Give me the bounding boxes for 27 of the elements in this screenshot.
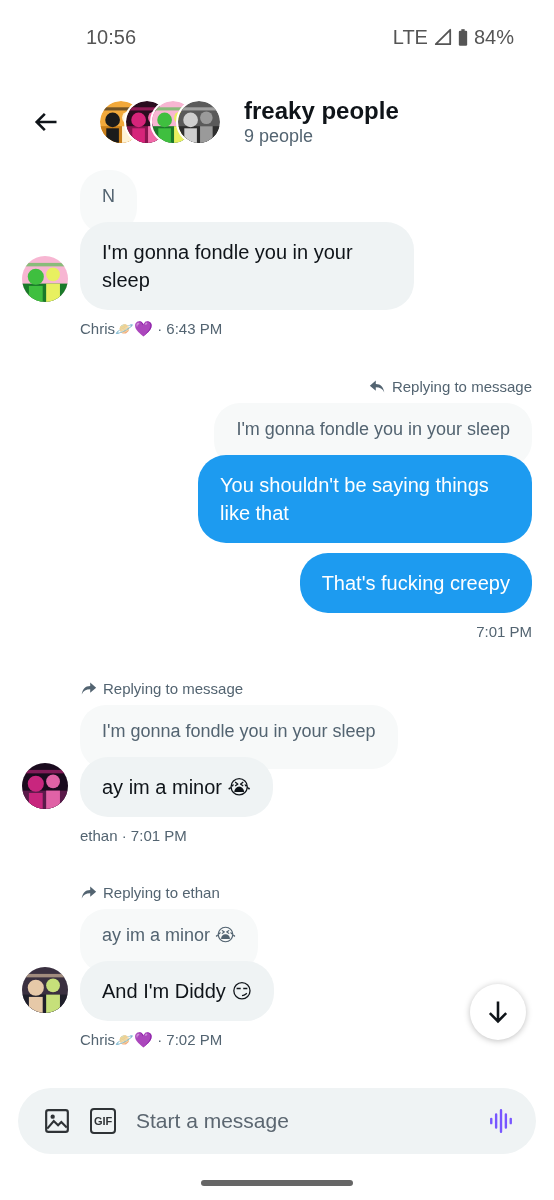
message-input[interactable]: Start a message: [134, 1108, 470, 1134]
message-bubble: I'm gonna fondle you in your sleep: [80, 222, 414, 310]
image-icon: [44, 1108, 70, 1134]
message-composer[interactable]: GIF Start a message: [18, 1088, 536, 1154]
reply-label: Replying to message: [103, 680, 244, 697]
gif-button[interactable]: GIF: [90, 1108, 116, 1134]
message-bubble: And I'm Diddy 😏: [80, 961, 275, 1021]
clock-time: 10:56: [86, 25, 137, 49]
message-bubble: You shouldn't be saying things like that: [198, 455, 532, 543]
scroll-down-button[interactable]: [470, 984, 526, 1040]
reply-label: Replying to message: [391, 378, 532, 395]
message-meta: 7:01 PM: [476, 623, 532, 640]
chat-title: freaky people: [244, 97, 399, 125]
reply-label: Replying to ethan: [103, 884, 220, 901]
image-button[interactable]: [44, 1107, 72, 1135]
signal-icon: [433, 28, 452, 46]
network-label: LTE: [392, 25, 428, 49]
battery-percent: 84%: [473, 25, 514, 49]
message-meta: ethan · 7:01 PM: [79, 827, 187, 844]
message-bubble: ay im a minor 😭: [80, 757, 273, 817]
voice-wave-icon: [488, 1108, 514, 1134]
battery-icon: [457, 27, 468, 47]
message-meta: Chris🪐💜 · 6:43 PM: [79, 320, 223, 338]
member-count: 9 people: [244, 125, 315, 147]
message-bubble: That's fucking creepy: [299, 553, 532, 613]
quoted-message: I'm gonna fondle you in your sleep: [80, 705, 398, 769]
message-meta: Chris🪐💜 · 7:02 PM: [79, 1031, 223, 1049]
